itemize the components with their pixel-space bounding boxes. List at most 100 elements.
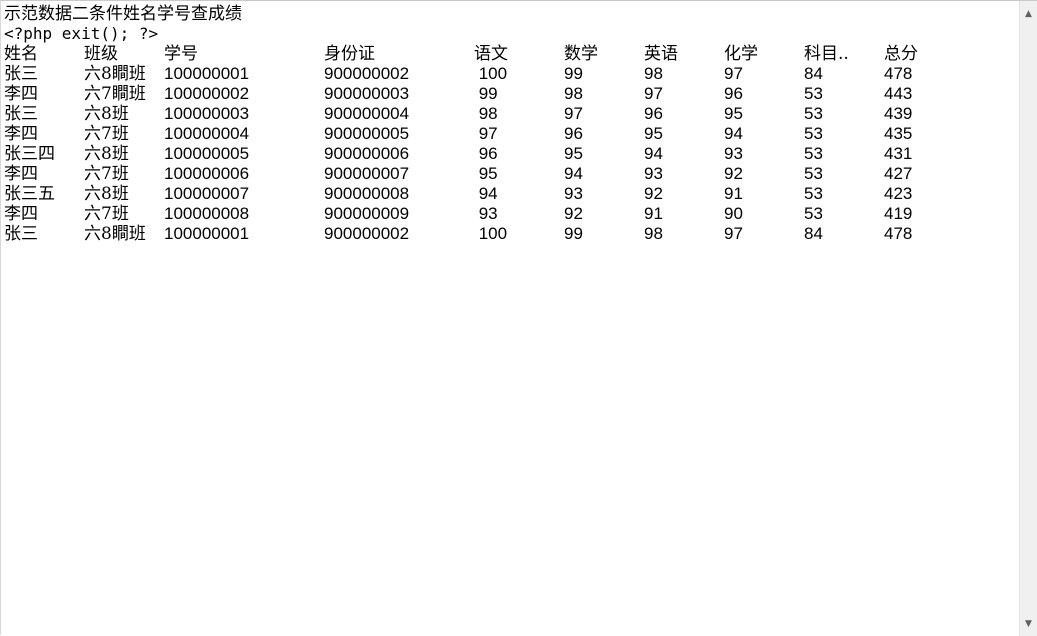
header-name: 姓名 <box>4 44 38 64</box>
header-math: 数学 <box>564 44 598 64</box>
cell-chinese: 97 <box>474 124 498 143</box>
cell-total: 443 <box>884 84 913 103</box>
document-content: 示范数据二条件姓名学号查成绩 <?php exit(); ?> 姓名 班级 学号… <box>4 4 1016 632</box>
cell-id-card: 900000004 <box>324 104 410 123</box>
cell-total: 419 <box>884 204 913 223</box>
table-row: 张三 六8瞷班 100000001 900000002 100 99 98 97 84 478 <box>4 224 1016 244</box>
cell-class: 六7班 <box>84 204 129 224</box>
cell-id-card: 900000003 <box>324 84 410 103</box>
cell-subject-more: 53 <box>804 84 823 103</box>
cell-student-id: 100000001 <box>164 64 250 83</box>
cell-math: 94 <box>564 164 583 183</box>
cell-subject-more: 53 <box>804 184 823 203</box>
cell-total: 435 <box>884 124 913 143</box>
cell-english: 98 <box>644 64 663 83</box>
cell-total: 439 <box>884 104 913 123</box>
cell-student-id: 100000001 <box>164 224 250 243</box>
header-id-card: 身份证 <box>324 44 375 64</box>
cell-chemistry: 93 <box>724 144 743 163</box>
cell-subject-more: 84 <box>804 224 823 243</box>
cell-student-id: 100000005 <box>164 144 250 163</box>
header-student-id: 学号 <box>164 44 198 64</box>
scroll-up-arrow-icon[interactable]: ▲ <box>1020 5 1037 22</box>
cell-chemistry: 96 <box>724 84 743 103</box>
table-row: 李四 六7瞷班 100000002 900000003 99 98 97 96 53 443 <box>4 84 1016 104</box>
cell-chinese: 94 <box>474 184 498 203</box>
cell-name: 李四 <box>4 124 38 144</box>
header-chinese: 语文 <box>474 44 508 64</box>
cell-chemistry: 97 <box>724 224 743 243</box>
cell-subject-more: 53 <box>804 104 823 123</box>
cell-english: 93 <box>644 164 663 183</box>
cell-english: 95 <box>644 124 663 143</box>
vertical-scrollbar[interactable]: ▲ ▼ <box>1019 1 1037 636</box>
cell-student-id: 100000002 <box>164 84 250 103</box>
cell-english: 96 <box>644 104 663 123</box>
cell-total: 431 <box>884 144 913 163</box>
cell-subject-more: 53 <box>804 144 823 163</box>
cell-chemistry: 91 <box>724 184 743 203</box>
header-class: 班级 <box>84 44 118 64</box>
cell-english: 94 <box>644 144 663 163</box>
cell-total: 478 <box>884 224 913 243</box>
scroll-down-arrow-icon[interactable]: ▼ <box>1020 615 1037 632</box>
table-body: 张三 六8瞷班 100000001 900000002 100 99 98 97 84 478 李… <box>4 64 1016 244</box>
cell-math: 99 <box>564 224 583 243</box>
table-row: 张三四 六8班 100000005 900000006 96 95 94 93 53 431 <box>4 144 1016 164</box>
table-header: 姓名 班级 学号 身份证 语文 数学 英语 化学 科目.. 总分 <box>4 44 1016 64</box>
header-total: 总分 <box>884 44 918 64</box>
cell-chemistry: 94 <box>724 124 743 143</box>
cell-math: 92 <box>564 204 583 223</box>
cell-chinese: 98 <box>474 104 498 123</box>
cell-class: 六7班 <box>84 164 129 184</box>
cell-id-card: 900000009 <box>324 204 410 223</box>
cell-english: 98 <box>644 224 663 243</box>
cell-name: 李四 <box>4 164 38 184</box>
cell-student-id: 100000003 <box>164 104 250 123</box>
cell-chinese: 96 <box>474 144 498 163</box>
cell-chinese: 95 <box>474 164 498 183</box>
cell-name: 张三 <box>4 224 38 244</box>
cell-class: 六8班 <box>84 184 129 204</box>
cell-id-card: 900000006 <box>324 144 410 163</box>
cell-class: 六7瞷班 <box>84 84 146 104</box>
cell-subject-more: 53 <box>804 204 823 223</box>
cell-chinese: 100 <box>474 224 508 243</box>
cell-name: 李四 <box>4 84 38 104</box>
cell-chemistry: 97 <box>724 64 743 83</box>
table-row: 李四 六7班 100000006 900000007 95 94 93 92 53 427 <box>4 164 1016 184</box>
cell-chinese: 99 <box>474 84 498 103</box>
cell-subject-more: 53 <box>804 124 823 143</box>
cell-subject-more: 84 <box>804 64 823 83</box>
text-document-view: 示范数据二条件姓名学号查成绩 <?php exit(); ?> 姓名 班级 学号… <box>0 0 1037 636</box>
cell-chemistry: 90 <box>724 204 743 223</box>
cell-chemistry: 95 <box>724 104 743 123</box>
cell-name: 李四 <box>4 204 38 224</box>
cell-student-id: 100000008 <box>164 204 250 223</box>
cell-name: 张三四 <box>4 144 55 164</box>
table-row: 张三 六8班 100000003 900000004 98 97 96 95 53 439 <box>4 104 1016 124</box>
cell-total: 423 <box>884 184 913 203</box>
cell-name: 张三 <box>4 64 38 84</box>
cell-math: 98 <box>564 84 583 103</box>
cell-math: 99 <box>564 64 583 83</box>
page-title: 示范数据二条件姓名学号查成绩 <box>4 4 242 24</box>
cell-name: 张三五 <box>4 184 55 204</box>
header-chemistry: 化学 <box>724 44 758 64</box>
header-english: 英语 <box>644 44 678 64</box>
cell-student-id: 100000007 <box>164 184 250 203</box>
cell-class: 六8班 <box>84 104 129 124</box>
cell-total: 427 <box>884 164 913 183</box>
table-row: 张三 六8瞷班 100000001 900000002 100 99 98 97 84 478 <box>4 64 1016 84</box>
cell-id-card: 900000008 <box>324 184 410 203</box>
cell-id-card: 900000002 <box>324 224 410 243</box>
header-subject-more: 科目.. <box>804 44 849 64</box>
cell-id-card: 900000005 <box>324 124 410 143</box>
cell-math: 95 <box>564 144 583 163</box>
cell-class: 六8瞷班 <box>84 224 146 244</box>
cell-math: 96 <box>564 124 583 143</box>
cell-class: 六8瞷班 <box>84 64 146 84</box>
cell-math: 93 <box>564 184 583 203</box>
cell-class: 六7班 <box>84 124 129 144</box>
table-row: 李四 六7班 100000008 900000009 93 92 91 90 53 419 <box>4 204 1016 224</box>
